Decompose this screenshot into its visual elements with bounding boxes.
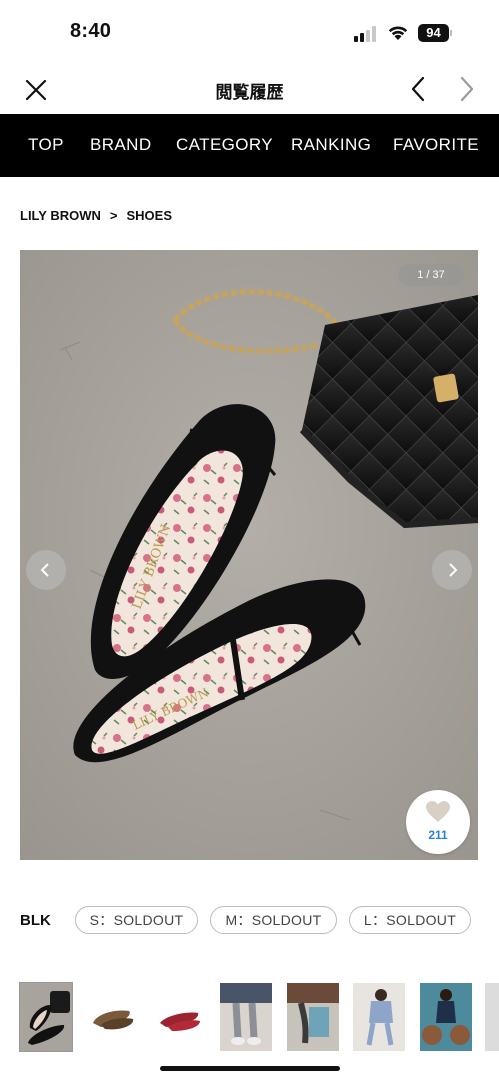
battery-cap xyxy=(450,30,452,36)
thumbnail-6[interactable] xyxy=(353,983,405,1051)
thumbnail-image xyxy=(20,983,72,1051)
thumbnail-image xyxy=(154,983,206,1051)
thumbnail-image xyxy=(420,983,472,1051)
product-image-gallery[interactable]: LILY BROWN LILY BROWN 1 / 37 211 xyxy=(20,250,478,860)
wifi-icon xyxy=(388,26,408,40)
nav-item-ranking[interactable]: RANKING xyxy=(291,135,371,155)
thumbnail-7[interactable] xyxy=(420,983,472,1051)
thumbnail-2[interactable] xyxy=(87,983,139,1051)
product-photo: LILY BROWN LILY BROWN xyxy=(20,250,478,860)
favorite-button[interactable]: 211 xyxy=(406,790,470,854)
chevron-right-icon xyxy=(449,563,458,577)
heart-icon xyxy=(426,801,450,822)
nav-item-top[interactable]: TOP xyxy=(28,135,64,155)
thumbnail-4[interactable] xyxy=(220,983,272,1051)
nav-item-favorite[interactable]: FAVORITE xyxy=(393,135,479,155)
thumbnail-3[interactable] xyxy=(154,983,206,1051)
status-bar: 8:40 94 xyxy=(0,0,499,66)
thumbnail-image xyxy=(87,983,139,1051)
header: 閲覧履歴 xyxy=(0,66,499,114)
chevron-right-icon[interactable] xyxy=(455,74,479,104)
thumbnail-8[interactable] xyxy=(485,983,499,1051)
thumbnail-image xyxy=(287,983,339,1051)
close-icon[interactable] xyxy=(22,76,50,104)
image-counter: 1 / 37 xyxy=(398,264,464,286)
thumbnail-5[interactable] xyxy=(287,983,339,1051)
thumbnail-image xyxy=(485,983,499,1051)
nav-item-category[interactable]: CATEGORY xyxy=(176,135,273,155)
breadcrumb-separator: > xyxy=(109,208,118,223)
color-label: BLK xyxy=(20,912,51,929)
carousel-next-button[interactable] xyxy=(432,550,472,590)
nav-item-brand[interactable]: BRAND xyxy=(90,135,152,155)
breadcrumb: LILY BROWN > SHOES xyxy=(20,208,172,223)
chevron-left-icon[interactable] xyxy=(406,74,430,104)
signal-icon xyxy=(354,26,376,42)
home-indicator xyxy=(160,1066,340,1071)
thumbnail-1[interactable] xyxy=(19,982,73,1052)
thumbnail-image xyxy=(220,983,272,1051)
battery-indicator: 94 xyxy=(418,24,452,42)
chevron-left-icon xyxy=(40,563,49,577)
size-option-l[interactable]: L：SOLDOUT xyxy=(349,906,471,934)
category-nav-bar: TOP BRAND CATEGORY RANKING FAVORITE xyxy=(0,114,499,177)
size-option-s[interactable]: S：SOLDOUT xyxy=(75,906,198,934)
breadcrumb-brand[interactable]: LILY BROWN xyxy=(20,208,101,223)
favorite-count: 211 xyxy=(428,828,448,842)
thumbnail-image xyxy=(353,983,405,1051)
breadcrumb-category[interactable]: SHOES xyxy=(127,208,173,223)
size-option-m[interactable]: M：SOLDOUT xyxy=(210,906,337,934)
status-time: 8:40 xyxy=(70,20,112,42)
battery-level: 94 xyxy=(418,24,449,42)
carousel-prev-button[interactable] xyxy=(26,550,66,590)
